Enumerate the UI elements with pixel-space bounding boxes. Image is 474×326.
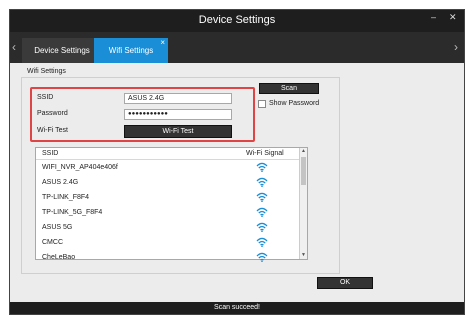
wifi-signal-icon [256,237,268,249]
scroll-thumb[interactable] [301,157,306,185]
table-row[interactable]: ASUS 2.4G [36,176,301,191]
network-ssid: ASUS 5G [42,224,73,231]
table-row[interactable]: TP-LINK_F8F4 [36,191,301,206]
network-ssid: CheLeBao [42,254,76,261]
scrollbar[interactable]: ▲ ▼ [299,148,307,259]
group-label: Wifi Settings [27,68,66,75]
header-wifi-signal: Wi-Fi Signal [246,150,284,157]
network-ssid: TP-LINK_F8F4 [42,194,90,201]
ssid-label: SSID [37,94,54,101]
tab-device-settings[interactable]: Device Settings [22,38,102,63]
tab-wifi-settings[interactable]: Wifi Settings × [94,38,168,63]
status-bar: Scan succeed! [10,302,464,314]
wifi-signal-icon [256,222,268,234]
network-ssid: CMCC [42,239,63,246]
window-title: Device Settings [198,14,276,26]
minimize-icon[interactable]: – [431,12,436,22]
header-ssid: SSID [42,150,59,157]
ssid-input[interactable]: ASUS 2.4G [124,93,232,104]
wifi-signal-icon [256,252,268,264]
password-label: Password [37,110,68,117]
network-ssid: WIFI_NVR_AP404e406f [42,164,118,171]
scroll-down-icon[interactable]: ▼ [300,252,307,259]
password-input[interactable]: ●●●●●●●●●●● [124,109,232,120]
scan-button[interactable]: Scan [259,83,319,94]
wifi-test-label: Wi-Fi Test [37,127,68,134]
content-area: Wifi Settings SSID ASUS 2.4G Password ●●… [10,63,464,302]
wifi-signal-icon [256,207,268,219]
network-ssid: TP-LINK_5G_F8F4 [42,209,103,216]
wifi-signal-icon [256,162,268,174]
show-password-label: Show Password [269,100,320,107]
close-icon[interactable]: ✕ [449,12,457,23]
network-ssid: ASUS 2.4G [42,179,79,186]
title-bar: Device Settings – ✕ [10,10,464,32]
tab-bar: ‹ Device Settings Wifi Settings × › [10,32,464,63]
tab-right-arrow-icon[interactable]: › [454,40,458,54]
wifi-signal-icon [256,177,268,189]
table-row[interactable]: CheLeBao [36,251,301,266]
scroll-up-icon[interactable]: ▲ [300,148,307,155]
table-row[interactable]: CMCC [36,236,301,251]
tab-close-icon[interactable]: × [160,30,165,55]
table-row[interactable]: WIFI_NVR_AP404e406f [36,161,301,176]
show-password-checkbox[interactable] [258,100,266,108]
header-divider [36,159,301,160]
table-row[interactable]: TP-LINK_5G_F8F4 [36,206,301,221]
wifi-signal-icon [256,192,268,204]
tab-left-arrow-icon[interactable]: ‹ [12,40,16,54]
ok-button[interactable]: OK [317,277,373,289]
wifi-test-button[interactable]: Wi-Fi Test [124,125,232,138]
tab-wifi-settings-label: Wifi Settings [108,46,154,55]
device-settings-window: Device Settings – ✕ ‹ Device Settings Wi… [9,9,465,315]
table-row[interactable]: ASUS 5G [36,221,301,236]
network-table: SSID Wi-Fi Signal WIFI_NVR_AP404e406f ASU… [35,147,308,263]
